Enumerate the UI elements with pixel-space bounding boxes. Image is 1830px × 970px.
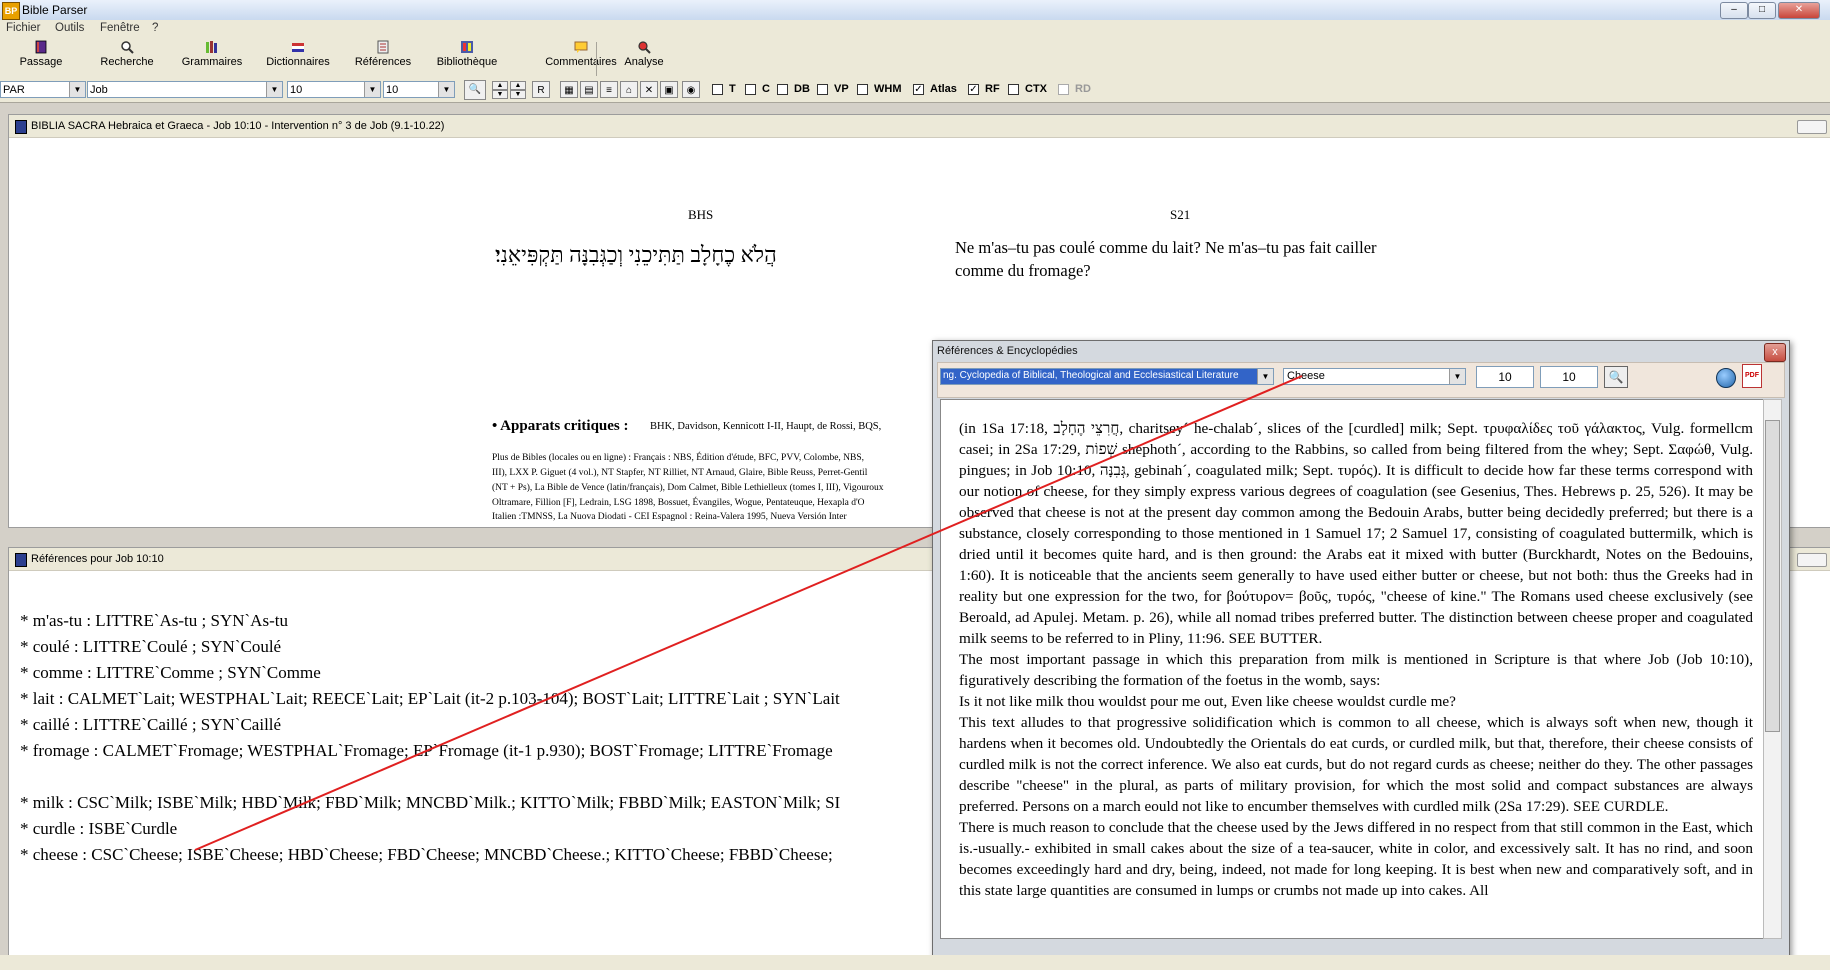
annotation-line (194, 375, 1303, 851)
annotation-line-segment (194, 375, 1303, 851)
status-bar (0, 955, 1830, 970)
